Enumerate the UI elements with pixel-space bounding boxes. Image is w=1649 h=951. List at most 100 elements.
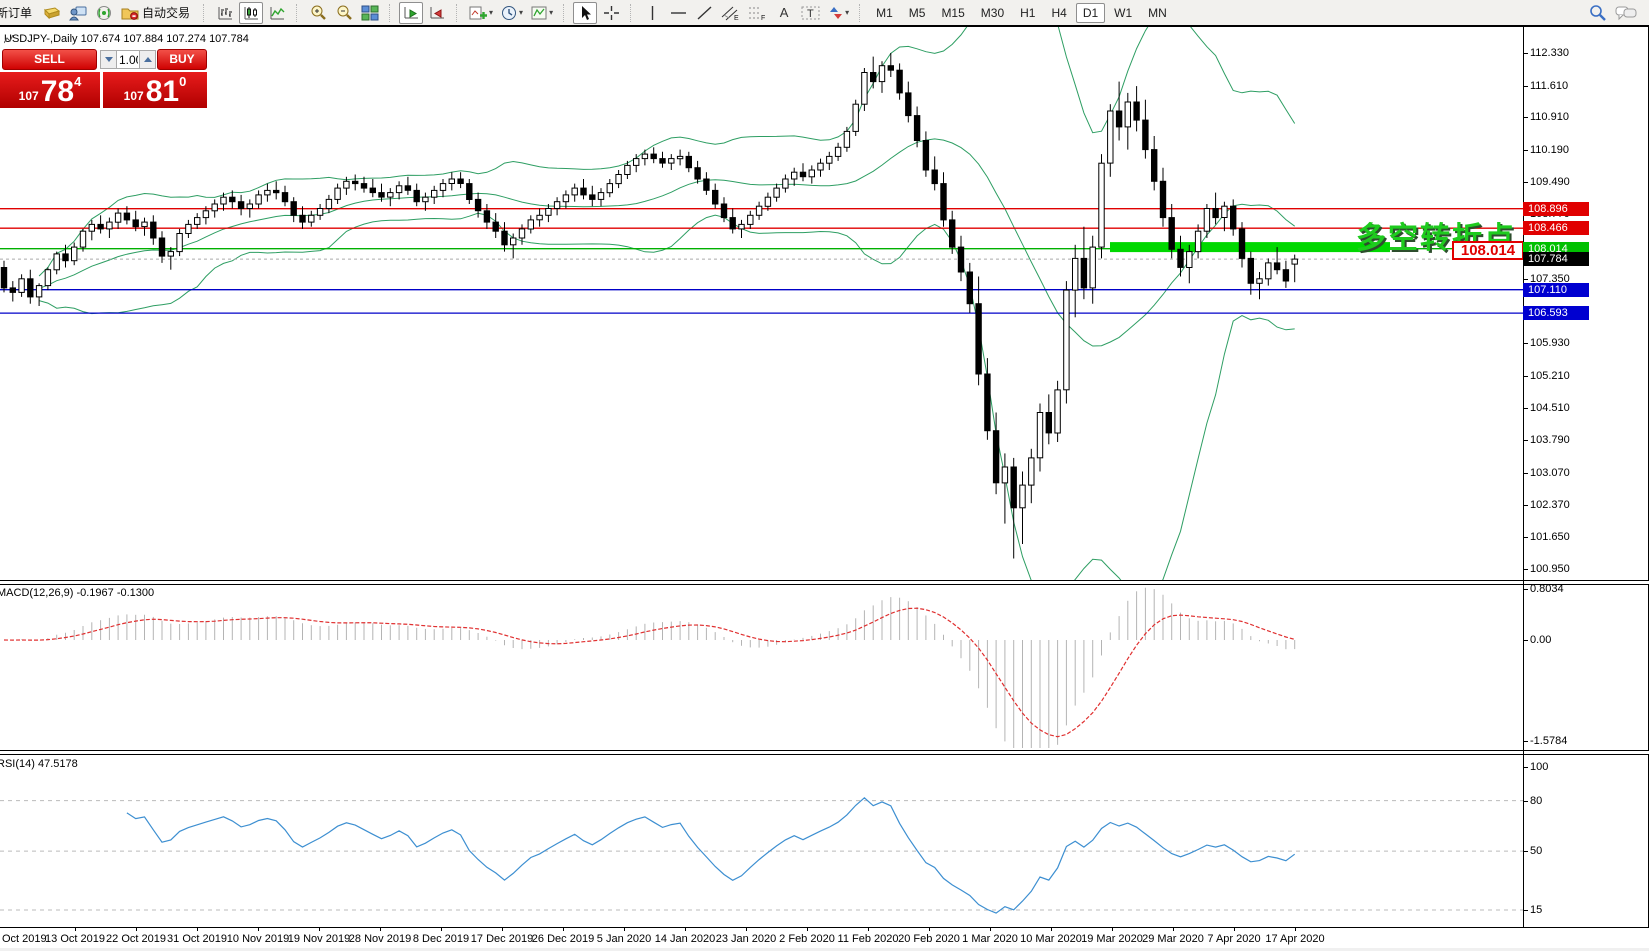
timeframe-d1[interactable]: D1 — [1076, 3, 1105, 23]
macd-axis-label: 0.00 — [1530, 634, 1551, 646]
periods-icon[interactable]: ▾ — [498, 2, 526, 24]
volume-input[interactable] — [117, 50, 140, 69]
timeframe-m5[interactable]: M5 — [902, 3, 933, 23]
time-axis-tick — [136, 928, 137, 931]
time-axis-tick — [1112, 928, 1113, 931]
axis-tick — [1524, 182, 1528, 183]
price-line-badge: 107.784 — [1523, 252, 1589, 266]
templates-icon[interactable]: ▾ — [528, 2, 556, 24]
time-axis-tick — [868, 928, 869, 931]
time-axis-label: 10 Mar 2020 — [1020, 933, 1082, 945]
line-chart-icon[interactable] — [265, 2, 289, 24]
rsi-pane[interactable] — [0, 755, 1523, 927]
axis-tick — [1524, 473, 1528, 474]
search-icon[interactable] — [1585, 2, 1610, 24]
one-click-trade-panel: SELL BUY 107 78 4 107 81 0 — [0, 49, 210, 108]
time-axis-tick — [1234, 928, 1235, 931]
bar-chart-icon[interactable] — [213, 2, 237, 24]
equidistant-channel-icon[interactable]: E — [718, 2, 743, 24]
time-axis-label: 23 Jan 2020 — [716, 933, 777, 945]
text-icon[interactable]: A — [772, 2, 796, 24]
time-axis-label: 31 Oct 2019 — [167, 933, 227, 945]
time-axis-label: 28 Nov 2019 — [349, 933, 411, 945]
zoom-in-icon[interactable] — [306, 2, 330, 24]
vertical-line-icon[interactable] — [640, 2, 664, 24]
buy-button[interactable]: BUY — [157, 49, 207, 70]
macd-pane[interactable] — [0, 585, 1523, 750]
time-axis-label: 7 Apr 2020 — [1207, 933, 1260, 945]
volume-decrease-button[interactable] — [100, 50, 117, 69]
tile-windows-icon[interactable] — [358, 2, 382, 24]
timeframe-m15[interactable]: M15 — [934, 3, 971, 23]
autoscroll-icon[interactable] — [399, 2, 423, 24]
buy-price-tile[interactable]: 107 81 0 — [103, 72, 207, 108]
sell-price-tile[interactable]: 107 78 4 — [0, 72, 100, 108]
indicators-icon[interactable]: ▾ — [466, 2, 496, 24]
time-axis-label: 22 Oct 2019 — [106, 933, 166, 945]
cursor-icon[interactable] — [573, 2, 597, 24]
price-callout-label: 108.014 — [1452, 241, 1524, 260]
time-axis-tick — [929, 928, 930, 931]
fibonacci-icon[interactable]: F — [745, 2, 770, 24]
chart-shift-icon[interactable] — [425, 2, 449, 24]
toolbar-grip — [563, 4, 568, 22]
price-axis-label: 102.370 — [1530, 499, 1570, 511]
sell-button[interactable]: SELL — [2, 49, 97, 70]
timeframe-w1[interactable]: W1 — [1107, 3, 1139, 23]
autotrading-button[interactable]: 自动交易 — [118, 2, 196, 24]
text-label-icon[interactable]: T — [798, 2, 823, 24]
volume-increase-button[interactable] — [139, 50, 156, 69]
crosshair-icon[interactable] — [599, 2, 623, 24]
axis-tick — [1524, 741, 1528, 742]
chart-symbol-icon — [4, 35, 14, 44]
timeframe-m30[interactable]: M30 — [974, 3, 1011, 23]
toolbar-grip — [456, 4, 461, 22]
rsi-label: RSI(14) 47.5178 — [0, 758, 78, 770]
main-chart[interactable] — [0, 27, 1523, 580]
time-axis-tick — [441, 928, 442, 931]
pane-separator[interactable] — [0, 750, 1649, 755]
arrows-icon[interactable]: ▾ — [825, 2, 852, 24]
time-axis-tick — [319, 928, 320, 931]
svg-text:E: E — [734, 15, 739, 21]
trendline-icon[interactable] — [692, 2, 716, 24]
price-axis-label: 110.190 — [1530, 144, 1569, 156]
profile-book-icon[interactable] — [40, 2, 64, 24]
spinner-up-icon — [144, 57, 152, 62]
price-axis-label: 103.790 — [1530, 434, 1570, 446]
new-order-button[interactable]: 新订单 — [0, 2, 38, 24]
time-axis-label: 11 Feb 2020 — [838, 933, 899, 945]
time-axis-label: 1 Mar 2020 — [962, 933, 1018, 945]
time-axis-label: 19 Nov 2019 — [288, 933, 350, 945]
time-axis-label: 29 Mar 2020 — [1142, 933, 1204, 945]
chat-icon[interactable] — [1612, 2, 1640, 24]
candlestick-chart-icon[interactable] — [239, 2, 263, 24]
time-axis-tick — [75, 928, 76, 931]
toolbar-grip — [203, 4, 208, 22]
signal-broadcast-icon[interactable] — [92, 2, 116, 24]
pane-separator[interactable] — [0, 580, 1649, 585]
horizontal-line-icon[interactable] — [666, 2, 690, 24]
timeframe-h4[interactable]: H4 — [1044, 3, 1073, 23]
time-axis-label: 26 Dec 2019 — [532, 933, 594, 945]
time-axis-tick — [502, 928, 503, 931]
timeframe-mn[interactable]: MN — [1141, 3, 1174, 23]
timeframe-m1[interactable]: M1 — [869, 3, 900, 23]
dropdown-caret-icon: ▾ — [549, 8, 553, 17]
timeframe-h1[interactable]: H1 — [1013, 3, 1042, 23]
price-line-badge: 106.593 — [1523, 306, 1589, 320]
open-account-icon[interactable] — [66, 2, 90, 24]
axis-tick — [1524, 767, 1528, 768]
price-axis-line — [1523, 27, 1524, 927]
zoom-out-icon[interactable] — [332, 2, 356, 24]
axis-tick — [1524, 117, 1528, 118]
axis-tick — [1524, 589, 1528, 590]
macd-label: MACD(12,26,9) -0.1967 -0.1300 — [0, 587, 154, 599]
time-axis-label: 5 Jan 2020 — [597, 933, 651, 945]
time-axis[interactable]: Oct 201913 Oct 201922 Oct 201931 Oct 201… — [0, 927, 1649, 948]
price-axis-label: 105.210 — [1530, 370, 1570, 382]
toolbar-grip — [630, 4, 635, 22]
time-axis-tick — [990, 928, 991, 931]
mt4-terminal-window: 新订单 自动交易 — [0, 0, 1649, 951]
axis-tick — [1524, 376, 1528, 377]
